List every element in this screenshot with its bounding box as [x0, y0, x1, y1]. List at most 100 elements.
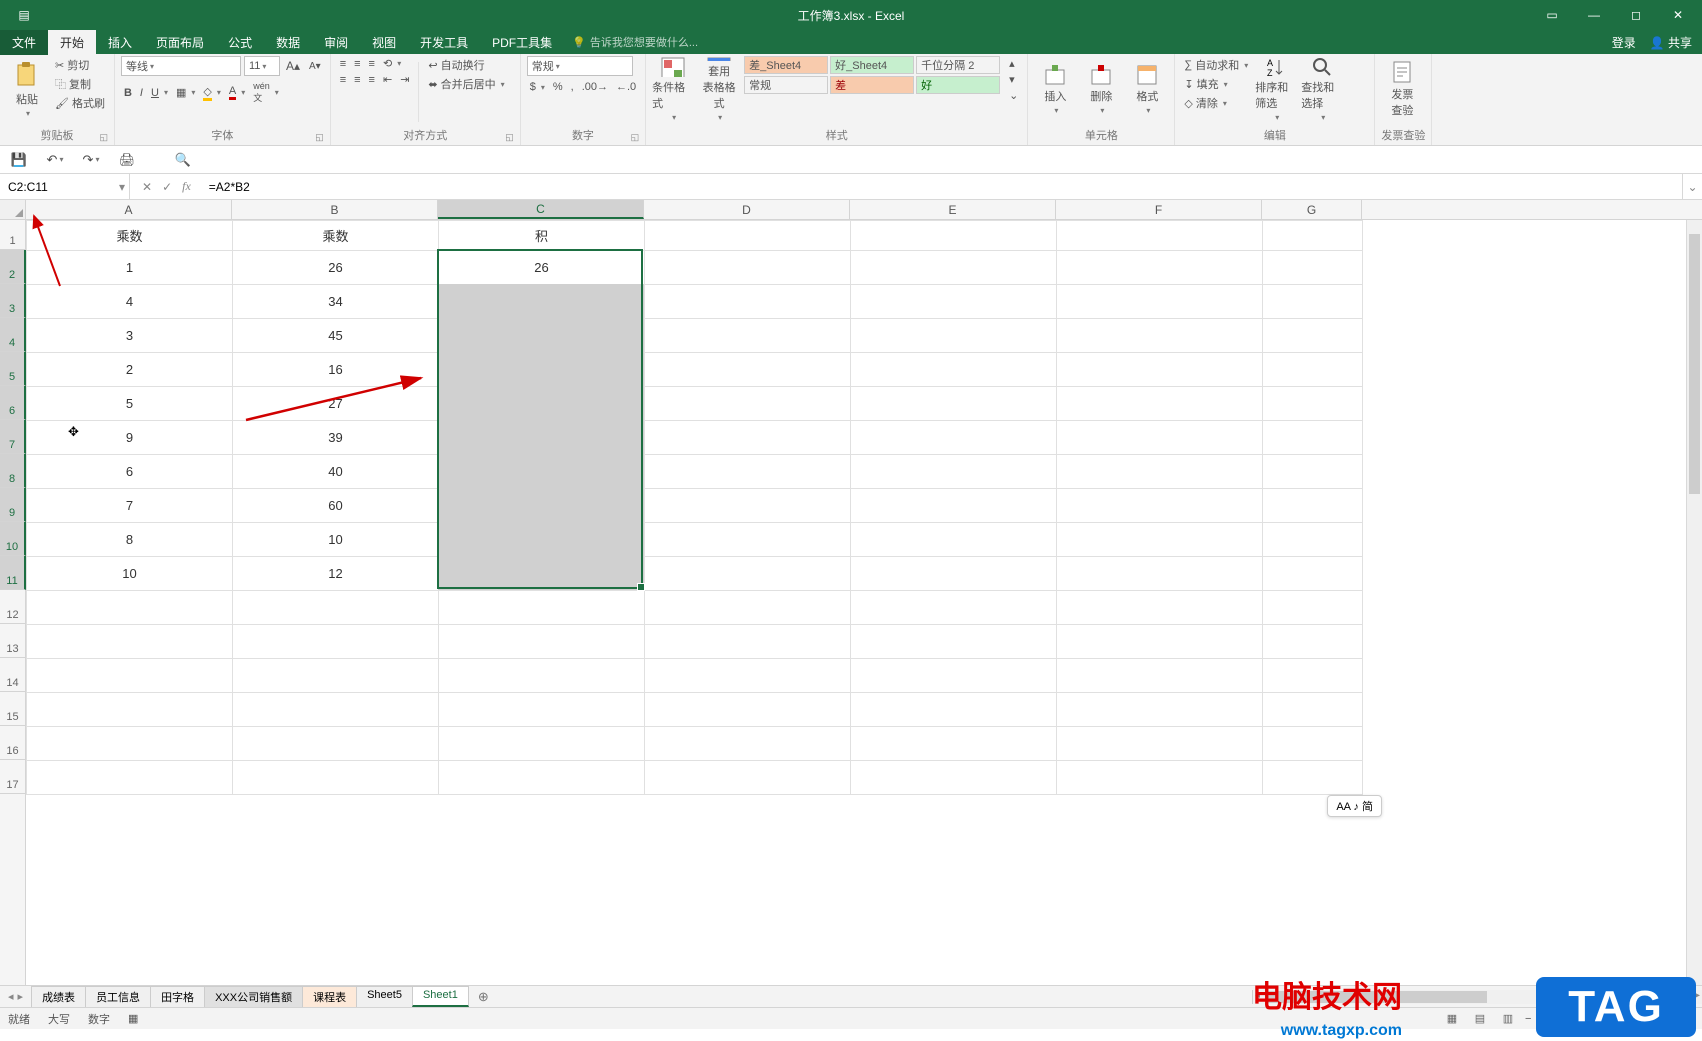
cell-G14[interactable] — [1263, 659, 1363, 693]
font-size-combo[interactable]: 11 — [244, 56, 280, 76]
indent-increase-button[interactable]: ⇥ — [397, 72, 412, 87]
cell-B9[interactable]: 60 — [233, 489, 439, 523]
cell-C16[interactable] — [439, 727, 645, 761]
cell-B10[interactable]: 10 — [233, 523, 439, 557]
name-box[interactable]: ▾ — [0, 174, 130, 199]
cell-A5[interactable]: 2 — [27, 353, 233, 387]
ribbon-display-icon[interactable]: ▭ — [1532, 1, 1572, 29]
cell-style-good2[interactable]: 好 — [916, 76, 1000, 94]
cell-C14[interactable] — [439, 659, 645, 693]
cell-B6[interactable]: 27 — [233, 387, 439, 421]
tab-file[interactable]: 文件 — [0, 30, 48, 55]
sheet-tab-课程表[interactable]: 课程表 — [302, 986, 357, 1007]
cell-E1[interactable] — [851, 221, 1057, 251]
cell-B17[interactable] — [233, 761, 439, 795]
cell-G12[interactable] — [1263, 591, 1363, 625]
invoice-check-button[interactable]: 发票 查验 — [1381, 56, 1423, 122]
cell-C17[interactable] — [439, 761, 645, 795]
cell-E14[interactable] — [851, 659, 1057, 693]
cell-C15[interactable] — [439, 693, 645, 727]
row-header-15[interactable]: 15 — [0, 692, 25, 726]
vertical-scrollbar[interactable] — [1686, 220, 1702, 985]
cell-E13[interactable] — [851, 625, 1057, 659]
cell-G2[interactable] — [1263, 251, 1363, 285]
cell-C4[interactable] — [439, 319, 645, 353]
tab-developer[interactable]: 开发工具 — [408, 30, 480, 55]
scroll-thumb[interactable] — [1689, 234, 1700, 494]
styles-scroll-down[interactable]: ▾ — [1006, 72, 1021, 87]
cell-A17[interactable] — [27, 761, 233, 795]
cell-C9[interactable] — [439, 489, 645, 523]
cell-style-normal[interactable]: 常规 — [744, 76, 828, 94]
cell-A1[interactable]: 乘数 — [27, 221, 233, 251]
formula-input[interactable] — [203, 180, 1682, 194]
col-header-F[interactable]: F — [1056, 200, 1262, 219]
row-header-5[interactable]: 5 — [0, 352, 26, 386]
row-header-11[interactable]: 11 — [0, 556, 26, 590]
new-sheet-button[interactable]: ⊕ — [468, 989, 499, 1005]
minimize-button[interactable]: — — [1574, 1, 1614, 29]
row-header-12[interactable]: 12 — [0, 590, 25, 624]
align-left-button[interactable]: ≡ — [337, 72, 349, 87]
cell-F4[interactable] — [1057, 319, 1263, 353]
tell-me[interactable]: 💡告诉我您想要做什么... — [572, 34, 698, 50]
col-header-E[interactable]: E — [850, 200, 1056, 219]
cell-C12[interactable] — [439, 591, 645, 625]
cell-D15[interactable] — [645, 693, 851, 727]
insert-cells-button[interactable]: 插入 — [1034, 56, 1076, 122]
cell-G11[interactable] — [1263, 557, 1363, 591]
cell-D10[interactable] — [645, 523, 851, 557]
cell-style-thousand[interactable]: 千位分隔 2 — [916, 56, 1000, 74]
cell-A10[interactable]: 8 — [27, 523, 233, 557]
worksheet-grid[interactable]: ABCDEFG 1234567891011121314151617 乘数乘数积1… — [0, 200, 1702, 985]
row-header-10[interactable]: 10 — [0, 522, 26, 556]
autosum-button[interactable]: ∑自动求和 — [1181, 56, 1251, 74]
cell-D4[interactable] — [645, 319, 851, 353]
redo-icon[interactable]: ↷ — [78, 149, 104, 171]
cell-F9[interactable] — [1057, 489, 1263, 523]
sheet-nav-first-icon[interactable]: ◂ — [8, 990, 14, 1003]
shrink-font-button[interactable]: A▾ — [306, 56, 324, 76]
zoom-out-icon[interactable]: − — [1525, 1013, 1531, 1025]
row-header-8[interactable]: 8 — [0, 454, 26, 488]
expand-formula-bar-icon[interactable]: ⌄ — [1682, 174, 1702, 199]
cell-F14[interactable] — [1057, 659, 1263, 693]
col-header-G[interactable]: G — [1262, 200, 1362, 219]
cell-G3[interactable] — [1263, 285, 1363, 319]
cell-E17[interactable] — [851, 761, 1057, 795]
font-color-button[interactable]: A — [226, 84, 248, 101]
fill-color-button[interactable]: ◇ — [200, 84, 223, 102]
cell-F17[interactable] — [1057, 761, 1263, 795]
cell-F8[interactable] — [1057, 455, 1263, 489]
cell-G8[interactable] — [1263, 455, 1363, 489]
comma-button[interactable]: , — [568, 80, 577, 94]
sheet-tab-Sheet1[interactable]: Sheet1 — [412, 986, 469, 1007]
save-icon[interactable]: 💾 — [6, 149, 32, 171]
tab-formulas[interactable]: 公式 — [216, 30, 264, 55]
col-header-C[interactable]: C — [438, 200, 644, 219]
row-header-3[interactable]: 3 — [0, 284, 26, 318]
cell-D12[interactable] — [645, 591, 851, 625]
row-header-7[interactable]: 7 — [0, 420, 26, 454]
conditional-format-button[interactable]: 条件格式 — [652, 56, 694, 122]
cell-C10[interactable] — [439, 523, 645, 557]
paste-button[interactable]: 粘贴 — [6, 56, 48, 122]
sheet-nav-last-icon[interactable]: ▸ — [18, 990, 24, 1003]
phonetic-button[interactable]: wén文 — [250, 80, 282, 105]
cell-G10[interactable] — [1263, 523, 1363, 557]
cell-G17[interactable] — [1263, 761, 1363, 795]
cell-D1[interactable] — [645, 221, 851, 251]
close-button[interactable]: ✕ — [1658, 1, 1698, 29]
format-painter-button[interactable]: 🖌格式刷 — [52, 94, 108, 112]
cell-B11[interactable]: 12 — [233, 557, 439, 591]
sheet-tab-成绩表[interactable]: 成绩表 — [31, 986, 86, 1007]
cell-A3[interactable]: 4 — [27, 285, 233, 319]
cancel-formula-icon[interactable]: ✕ — [142, 180, 152, 194]
cell-E9[interactable] — [851, 489, 1057, 523]
cell-A9[interactable]: 7 — [27, 489, 233, 523]
cell-E11[interactable] — [851, 557, 1057, 591]
cell-A11[interactable]: 10 — [27, 557, 233, 591]
cell-F2[interactable] — [1057, 251, 1263, 285]
cell-E8[interactable] — [851, 455, 1057, 489]
cell-B16[interactable] — [233, 727, 439, 761]
